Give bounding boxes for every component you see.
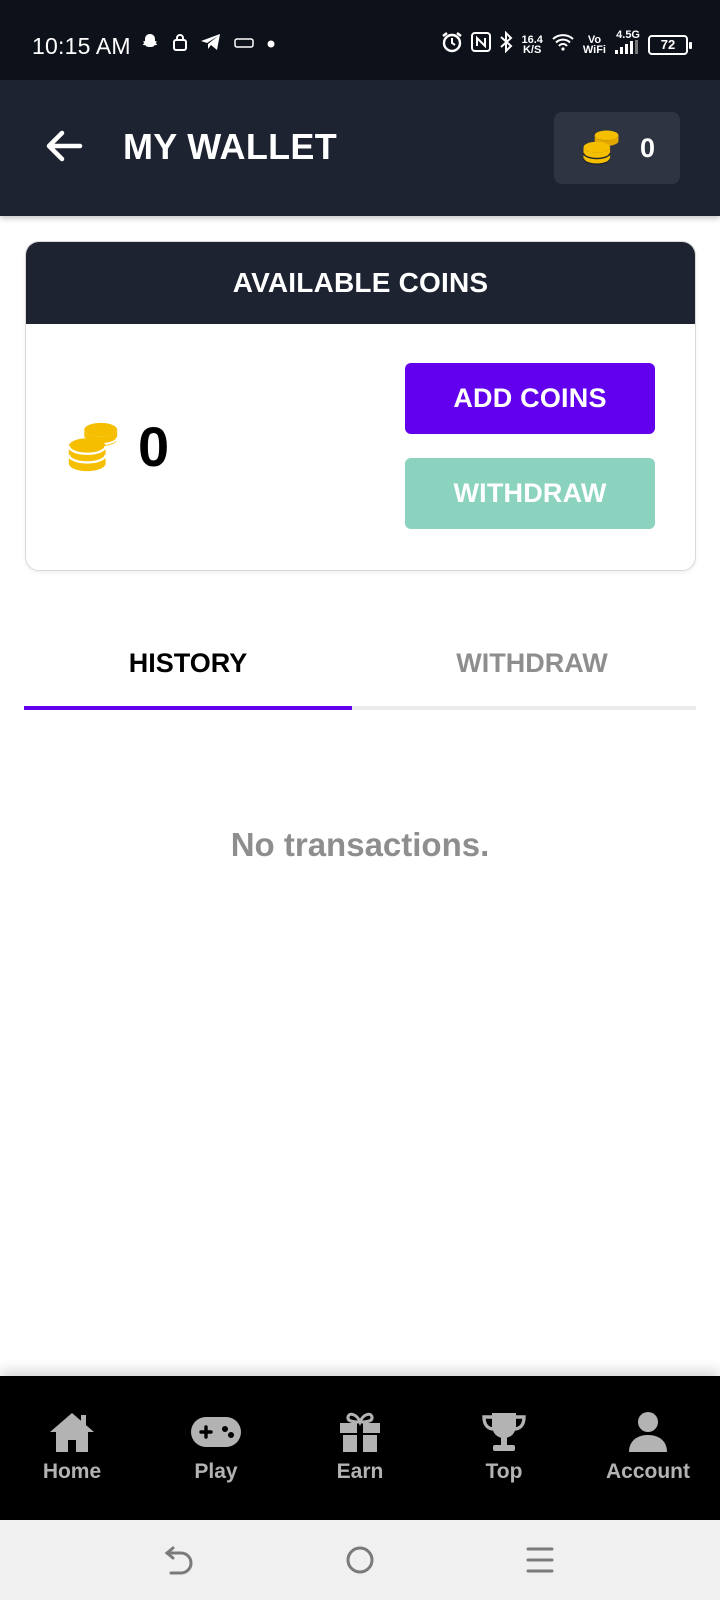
nav-play[interactable]: Play: [144, 1376, 288, 1520]
nav-label: Account: [606, 1460, 690, 1483]
status-time: 10:15 AM: [32, 33, 131, 59]
bluetooth-icon: [499, 30, 513, 58]
home-icon: [49, 1410, 95, 1454]
coins-icon: [67, 422, 119, 471]
bottom-navigation: Home Play Earn Top Account: [0, 1376, 720, 1520]
nav-label: Top: [485, 1460, 523, 1483]
cellular-signal: 4.5G: [614, 30, 640, 59]
tab-withdraw[interactable]: WITHDRAW: [368, 620, 696, 706]
nav-account[interactable]: Account: [576, 1376, 720, 1520]
system-home-button[interactable]: [340, 1542, 380, 1578]
app-header: MY WALLET 0: [0, 80, 720, 216]
snapchat-icon: [140, 32, 160, 57]
wallet-tabs: HISTORY WITHDRAW: [24, 620, 696, 712]
available-coins-card: AVAILABLE COINS 0 ADD COINS WITHDRAW: [25, 241, 696, 571]
withdraw-button[interactable]: WITHDRAW: [405, 458, 655, 529]
coins-icon: [582, 130, 619, 165]
nav-label: Home: [42, 1460, 102, 1483]
nfc-icon: [471, 32, 492, 57]
notification-icons: [140, 32, 276, 57]
nav-home[interactable]: Home: [0, 1376, 144, 1520]
coin-balance-value: 0: [138, 415, 170, 478]
system-back-icon: [164, 1546, 193, 1575]
wifi-icon: [551, 33, 575, 56]
signal-icon: [614, 40, 640, 59]
app-icon: [234, 36, 254, 54]
vowifi-label: Vo WiFi: [582, 33, 606, 56]
system-back-button[interactable]: [160, 1542, 200, 1578]
system-navigation-bar: [0, 1520, 720, 1600]
gamepad-icon: [190, 1410, 242, 1454]
battery-icon: 72: [648, 34, 692, 55]
arrow-left-icon: [46, 130, 83, 162]
nav-label: Play: [194, 1460, 238, 1483]
dot-icon: [266, 36, 276, 54]
nav-earn[interactable]: Earn: [288, 1376, 432, 1520]
active-tab-indicator: [24, 706, 352, 710]
nav-top[interactable]: Top: [432, 1376, 576, 1520]
nav-label: Earn: [336, 1460, 384, 1483]
system-status-icons: 16.4 K/S Vo WiFi 4.5G 72: [441, 30, 692, 59]
page-title: MY WALLET: [123, 126, 338, 167]
trophy-icon: [481, 1410, 527, 1454]
header-coin-value: 0: [640, 132, 656, 163]
coin-balance: 0: [64, 414, 169, 479]
header-coin-balance[interactable]: 0: [554, 112, 680, 184]
lock-icon: [172, 33, 188, 56]
network-speed: 16.4 K/S: [521, 33, 543, 56]
alarm-icon: [441, 31, 463, 58]
system-menu-icon: [526, 1547, 554, 1573]
back-button[interactable]: [42, 124, 86, 168]
add-coins-button[interactable]: ADD COINS: [405, 363, 655, 434]
tab-history[interactable]: HISTORY: [24, 620, 352, 706]
card-title: AVAILABLE COINS: [26, 242, 695, 324]
gift-icon: [339, 1410, 381, 1454]
empty-state-message: No transactions.: [230, 826, 490, 863]
system-home-icon: [346, 1546, 374, 1574]
status-bar: 10:15 AM 16.4 K/S Vo WiFi 4.5G 72: [0, 0, 720, 80]
telegram-icon: [200, 33, 222, 56]
system-menu-button[interactable]: [520, 1542, 560, 1578]
user-icon: [628, 1410, 668, 1454]
